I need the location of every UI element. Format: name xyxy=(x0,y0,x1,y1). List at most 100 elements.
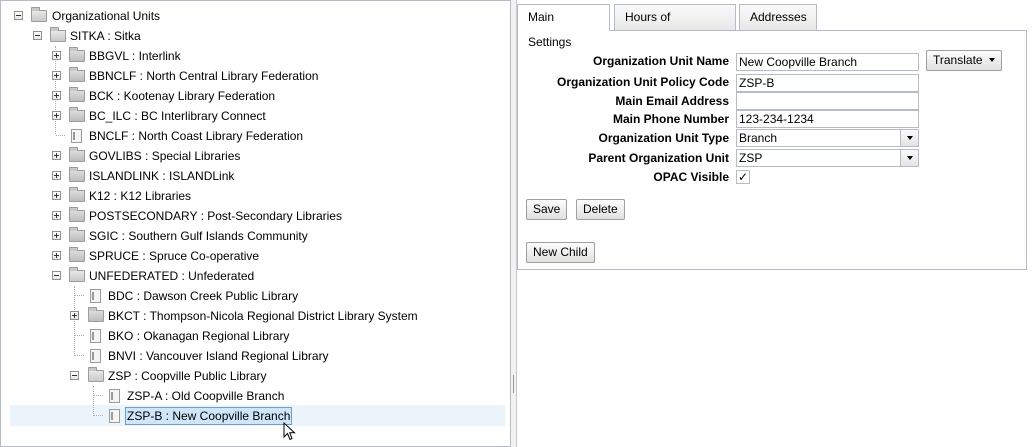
folder-open-icon xyxy=(31,7,47,22)
tab-main-settings[interactable]: Main Settings xyxy=(517,4,610,49)
tree-node-unfederated[interactable]: UNFEDERATED : Unfederated xyxy=(1,266,501,286)
tree-node-sitka[interactable]: SITKA : Sitka xyxy=(1,26,301,46)
org-unit-type-select[interactable]: Branch xyxy=(736,129,919,147)
leaf-icon xyxy=(109,389,120,403)
save-button[interactable]: Save xyxy=(526,199,568,220)
expand-icon[interactable] xyxy=(52,231,61,240)
phone-label: Main Phone Number xyxy=(612,112,729,126)
tree-node-label[interactable]: UNFEDERATED : Unfederated xyxy=(88,266,255,286)
tree-node-label[interactable]: BBGVL : Interlink xyxy=(88,46,182,66)
collapse-icon[interactable] xyxy=(70,371,79,380)
dropdown-button[interactable] xyxy=(900,150,918,166)
email-label: Main Email Address xyxy=(615,94,729,108)
new-child-button[interactable]: New Child xyxy=(526,242,595,263)
folder-icon xyxy=(69,207,85,222)
collapse-icon[interactable] xyxy=(14,11,23,20)
leaf-icon xyxy=(90,329,101,343)
expand-icon[interactable] xyxy=(52,91,61,100)
leaf-icon xyxy=(90,349,101,363)
expand-icon[interactable] xyxy=(52,151,61,160)
select-value: ZSP xyxy=(739,151,763,165)
tree-node-label[interactable]: SITKA : Sitka xyxy=(69,26,142,46)
tree-node-label[interactable]: Organizational Units xyxy=(51,6,161,26)
tree-node-label[interactable]: BKO : Okanagan Regional Library xyxy=(107,326,290,346)
type-label: Organization Unit Type xyxy=(598,131,729,145)
policy-code-field[interactable] xyxy=(736,74,919,92)
tree-node-label[interactable]: ZSP : Coopville Public Library xyxy=(107,366,268,386)
tree-node-label[interactable]: BBNCLF : North Central Library Federatio… xyxy=(88,66,319,86)
tree-node[interactable]: BNCLF : North Coast Library Federation xyxy=(1,126,501,146)
folder-icon xyxy=(88,307,104,322)
translate-button[interactable]: Translate xyxy=(926,50,1002,71)
tree-node[interactable]: BBGVL : Interlink xyxy=(1,46,501,66)
tree-node-label[interactable]: BNVI : Vancouver Island Regional Library xyxy=(107,346,330,366)
leaf-icon xyxy=(109,409,120,423)
collapse-icon[interactable] xyxy=(52,271,61,280)
tree-node-label[interactable]: BC_ILC : BC Interlibrary Connect xyxy=(88,106,267,126)
tree-node-label[interactable]: ISLANDLINK : ISLANDLink xyxy=(88,166,235,186)
tab-hours-of-operation[interactable]: Hours of Operation xyxy=(614,4,736,49)
folder-open-icon xyxy=(50,27,66,42)
expand-icon[interactable] xyxy=(52,191,61,200)
tree-node[interactable]: SGIC : Southern Gulf Islands Community xyxy=(1,226,501,246)
tree-node-label[interactable]: POSTSECONDARY : Post-Secondary Libraries xyxy=(88,206,343,226)
tree-node[interactable]: BBNCLF : North Central Library Federatio… xyxy=(1,66,501,86)
parent-org-unit-select[interactable]: ZSP xyxy=(736,149,919,167)
expand-icon[interactable] xyxy=(52,211,61,220)
tree-node-label-selected[interactable]: ZSP-B : New Coopville Branch xyxy=(125,407,293,425)
tree-node-label[interactable]: SGIC : Southern Gulf Islands Community xyxy=(88,226,309,246)
org-unit-tree: Organizational Units SITKA : Sitka BBGVL… xyxy=(0,0,511,447)
folder-icon xyxy=(69,147,85,162)
tree-node-label[interactable]: K12 : K12 Libraries xyxy=(88,186,192,206)
tree-node-selected[interactable]: ZSP-B : New Coopville Branch xyxy=(1,406,501,426)
select-value: Branch xyxy=(739,131,778,145)
tree-node-zsp[interactable]: ZSP : Coopville Public Library xyxy=(1,366,501,386)
expand-icon[interactable] xyxy=(70,311,79,320)
expand-icon[interactable] xyxy=(52,171,61,180)
folder-icon xyxy=(69,87,85,102)
folder-icon xyxy=(69,67,85,82)
opac-visible-checkbox[interactable]: ✓ xyxy=(736,170,750,184)
tree-node[interactable]: POSTSECONDARY : Post-Secondary Libraries xyxy=(1,206,501,226)
tree-node-root[interactable]: Organizational Units xyxy=(1,6,301,26)
folder-open-icon xyxy=(88,367,104,382)
dropdown-button[interactable] xyxy=(900,130,918,146)
parent-label: Parent Organization Unit xyxy=(588,151,729,165)
tree-node-label[interactable]: BCK : Kootenay Library Federation xyxy=(88,86,276,106)
tree-node-label[interactable]: BKCT : Thompson-Nicola Regional District… xyxy=(107,306,419,326)
tree-node[interactable]: SPRUCE : Spruce Co-operative xyxy=(1,246,501,266)
tree-node-label[interactable]: GOVLIBS : Special Libraries xyxy=(88,146,241,166)
collapse-icon[interactable] xyxy=(33,31,42,40)
tree-node[interactable]: BCK : Kootenay Library Federation xyxy=(1,86,501,106)
policy-code-label: Organization Unit Policy Code xyxy=(556,75,729,89)
folder-icon xyxy=(69,167,85,182)
main-settings-panel: Organization Unit Name Translate Organiz… xyxy=(517,30,1027,270)
expand-icon[interactable] xyxy=(52,51,61,60)
tree-node[interactable]: K12 : K12 Libraries xyxy=(1,186,501,206)
tab-addresses[interactable]: Addresses xyxy=(739,4,817,30)
expand-icon[interactable] xyxy=(52,71,61,80)
tree-node-label[interactable]: ZSP-A : Old Coopville Branch xyxy=(126,386,285,406)
delete-button[interactable]: Delete xyxy=(576,199,625,220)
phone-field[interactable] xyxy=(736,110,919,128)
chevron-down-icon xyxy=(907,156,913,160)
tree-node[interactable]: BKO : Okanagan Regional Library xyxy=(1,326,501,346)
folder-icon xyxy=(69,107,85,122)
folder-icon xyxy=(69,47,85,62)
tree-node[interactable]: BKCT : Thompson-Nicola Regional District… xyxy=(1,306,501,326)
tree-node-label[interactable]: SPRUCE : Spruce Co-operative xyxy=(88,246,260,266)
expand-icon[interactable] xyxy=(52,111,61,120)
email-field[interactable] xyxy=(736,92,919,110)
tree-node[interactable]: BC_ILC : BC Interlibrary Connect xyxy=(1,106,501,126)
tree-node[interactable]: GOVLIBS : Special Libraries xyxy=(1,146,501,166)
expand-icon[interactable] xyxy=(52,251,61,260)
org-unit-editor: Main Settings Hours of Operation Address… xyxy=(517,0,1032,447)
tree-node[interactable]: ZSP-A : Old Coopville Branch xyxy=(1,386,501,406)
tree-node[interactable]: BDC : Dawson Creek Public Library xyxy=(1,286,501,306)
splitter-grip[interactable] xyxy=(513,375,514,393)
tree-node-label[interactable]: BDC : Dawson Creek Public Library xyxy=(107,286,299,306)
tree-node[interactable]: BNVI : Vancouver Island Regional Library xyxy=(1,346,501,366)
org-unit-name-field[interactable] xyxy=(736,53,919,71)
tree-node-label[interactable]: BNCLF : North Coast Library Federation xyxy=(88,126,304,146)
tree-node[interactable]: ISLANDLINK : ISLANDLink xyxy=(1,166,501,186)
